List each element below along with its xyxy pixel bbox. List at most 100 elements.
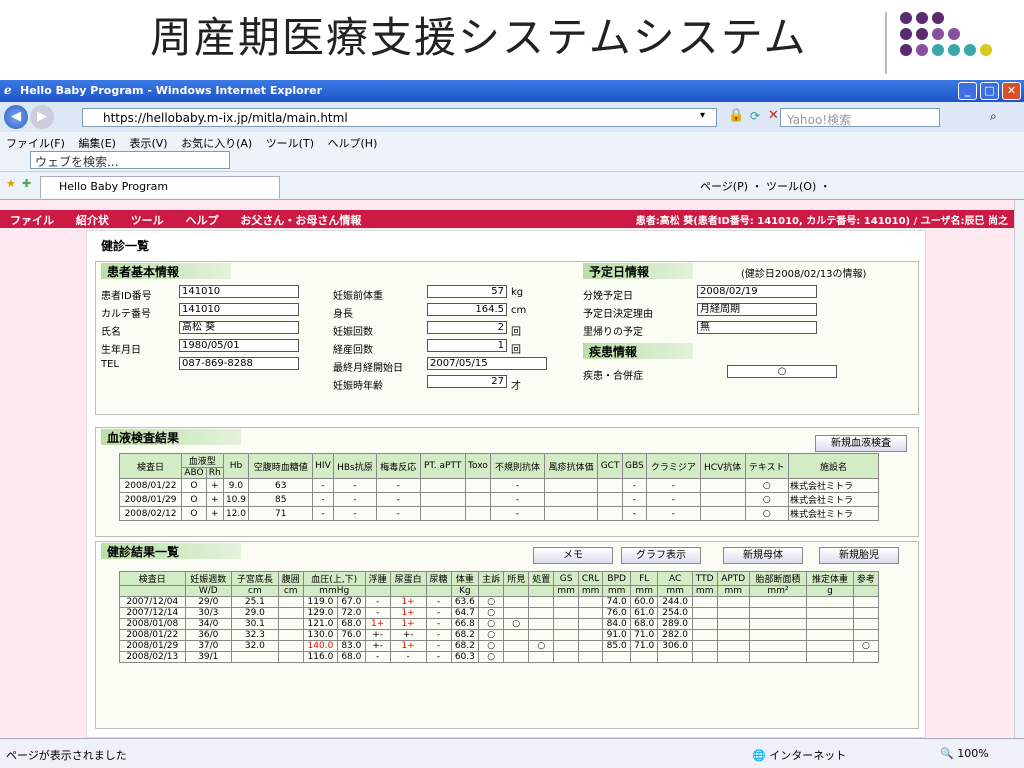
close-button[interactable]: ✕ [1002,82,1021,100]
table-cell [464,492,492,507]
star-icon[interactable]: ★ [6,177,16,190]
table-row[interactable]: 2008/01/08 34/0 30.1 121.0 68.0 1+ 1+ -66.8 ○ ○ 84… [119,618,880,630]
menu-view[interactable]: 表示(V) [129,137,167,150]
parity-field[interactable]: 1 [427,339,507,352]
app-menu-file[interactable]: ファイル [10,214,54,227]
table-cell: ○ [744,478,790,493]
col-unit [503,585,530,597]
minimize-button[interactable]: _ [958,82,977,100]
table-row[interactable]: 2008/01/29 O +10.9 85- - - - - - ○ 株式会社ミトラ [119,492,879,507]
yahoo-search-input[interactable]: Yahoo!検索 [780,108,940,127]
memo-button[interactable]: メモ [533,547,613,564]
menu-favorites[interactable]: お気に入り(A) [181,137,252,150]
menu-file[interactable]: ファイル(F) [6,137,65,150]
lmp-field[interactable]: 2007/05/15 [427,357,547,370]
table-cell: 282.0 [657,629,693,641]
table-cell: 71.0 [629,640,659,652]
refresh-icon[interactable]: ⟳ [750,109,760,123]
stop-icon[interactable]: ✕ [768,108,779,123]
table-cell [716,607,750,619]
tab-label: Hello Baby Program [59,180,169,193]
table-cell: 244.0 [657,596,693,608]
table-cell: 76.0 [337,629,366,641]
table-row[interactable]: 2008/01/29 37/0 32.0 140.0 83.0 +- 1+ -68.2 ○ ○ 85… [119,640,880,652]
table-cell [852,629,880,641]
web-search-input[interactable]: ウェブを検索... [30,151,230,169]
name-field[interactable]: 高松 葵 [179,321,299,334]
browser-tab[interactable]: Hello Baby Program [40,176,280,198]
app-menu-tools[interactable]: ツール [131,214,164,227]
new-mother-button[interactable]: 新規母体 [723,547,803,564]
table-cell: +- [364,640,391,652]
table-cell: 74.0 [602,596,631,608]
table-cell [277,640,304,652]
url-input[interactable]: https://hellobaby.m-ix.jp/mitla/main.htm… [82,108,717,127]
birthdate-field[interactable]: 1980/05/01 [179,339,299,352]
disease-field[interactable]: ○ [727,365,837,378]
table-cell: 1+ [389,607,427,619]
col-header: 体重 [450,571,480,586]
col-header: CRL [577,571,604,586]
zone-indicator: 🌐 インターネット [752,749,847,762]
table-cell: 32.0 [231,640,279,652]
age-field[interactable]: 27 [427,375,507,388]
new-blood-test-button[interactable]: 新規血液検査 [815,435,907,452]
table-cell: 72.0 [337,607,366,619]
table-cell [852,618,880,630]
table-row[interactable]: 2008/02/13 39/1 116.0 68.0- - -60.3 ○ [119,651,880,663]
table-cell: 83.0 [337,640,366,652]
pregnancy-count-field[interactable]: 2 [427,321,507,334]
due-date-field[interactable]: 2008/02/19 [697,285,817,298]
table-cell: 63 [248,478,314,493]
height-field[interactable]: 164.5 [427,303,507,316]
due-reason-field[interactable]: 月経周期 [697,303,817,316]
col-header: 血液型 [181,453,224,468]
dropdown-icon[interactable]: ▾ [700,110,705,121]
menu-help[interactable]: ヘルプ(H) [328,137,378,150]
chart-number-field[interactable]: 141010 [179,303,299,316]
table-cell: 67.0 [337,596,366,608]
prepreg-weight-field[interactable]: 57 [427,285,507,298]
menu-tools[interactable]: ツール(T) [266,137,314,150]
app-menu-help[interactable]: ヘルプ [186,214,219,227]
app-menu-parents[interactable]: お父さん・お母さん情報 [240,214,361,227]
graph-button[interactable]: グラフ表示 [621,547,701,564]
search-icon[interactable]: ⌕ [990,109,997,124]
col-header: 妊娠週数 [184,571,233,586]
back-icon[interactable]: ◀ [4,105,28,129]
add-favorites-icon[interactable]: ✚ [22,177,31,190]
col-header: クラミジア [646,453,701,479]
col-header: AC [657,571,693,586]
app-menu-referral[interactable]: 紹介状 [76,214,109,227]
table-row[interactable]: 2008/02/12 O +12.0 71- - - - - - ○ 株式会社ミトラ [119,506,879,521]
table-cell [691,629,718,641]
lock-icon[interactable]: 🔒 [728,108,744,123]
col-header: 参考 [852,571,880,586]
table-cell: 130.0 [302,629,339,641]
due-date-label: 分娩予定日 [583,291,633,302]
blood-section-title: 血液検査結果 [101,429,241,445]
patient-id-field[interactable]: 141010 [179,285,299,298]
divider [885,12,887,74]
table-cell: +- [389,629,427,641]
table-cell: - [490,478,545,493]
window-title: Hello Baby Program - Windows Internet Ex… [20,84,323,97]
forward-icon[interactable]: ▶ [30,105,54,129]
table-row[interactable]: 2008/01/22 36/0 32.3 130.0 76.0 +- +- -68.2 ○ 91.… [119,629,880,641]
table-cell: - [646,492,701,507]
col-header: 尿蛋白 [389,571,427,586]
table-row[interactable]: 2007/12/14 30/3 29.0 129.0 72.0-1+ -64.7 ○ 76.0… [119,607,880,619]
table-cell: 25.1 [231,596,279,608]
col-unit: mm [577,585,604,597]
col-header: 空腹時血糖値 [248,453,314,479]
new-fetus-button[interactable]: 新規胎児 [819,547,899,564]
maximize-button[interactable]: □ [980,82,999,100]
table-row[interactable]: 2008/01/22 O +9.0 63- - - - - - ○ 株式会社ミトラ [119,478,879,493]
toolbar-tools[interactable]: ページ(P) ・ ツール(O) ・ [700,178,831,194]
homecoming-field[interactable]: 無 [697,321,817,334]
table-row[interactable]: 2007/12/04 29/0 25.1 119.0 67.0-1+ -63.6 ○ 74.0… [119,596,880,608]
menu-edit[interactable]: 編集(E) [78,137,116,150]
page-scrollbar[interactable] [1014,200,1024,738]
zoom-level[interactable]: 🔍 100% [940,747,989,760]
tel-field[interactable]: 087-869-8288 [179,357,299,370]
